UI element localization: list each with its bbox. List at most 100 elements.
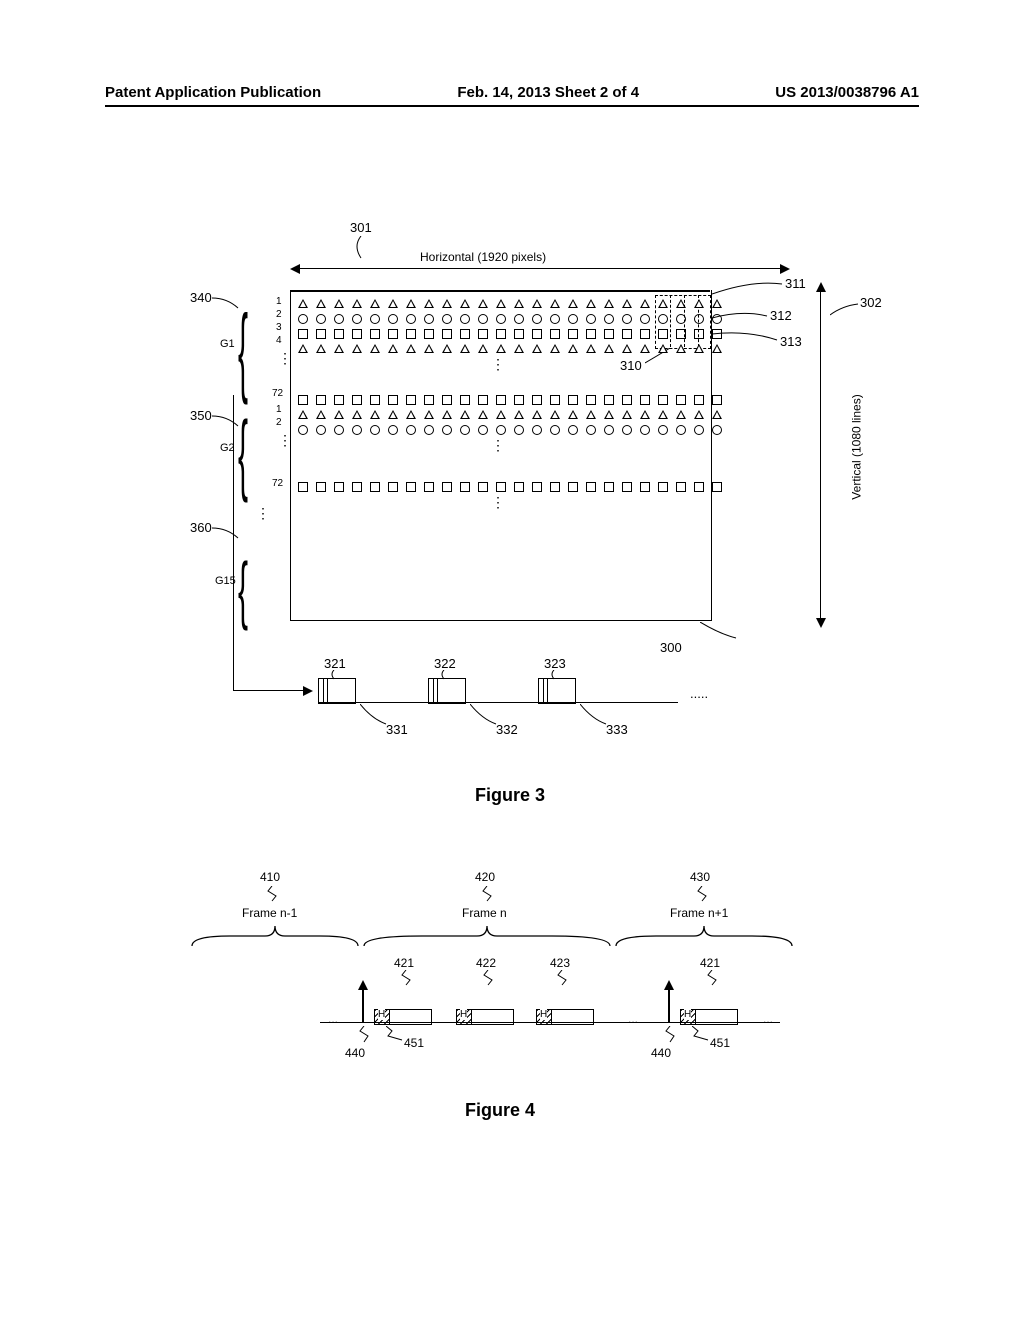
tri-marker (622, 410, 632, 419)
tri-marker (316, 344, 326, 353)
g1-vdots (278, 350, 292, 367)
tri-marker (550, 344, 560, 353)
tri-marker (298, 344, 308, 353)
ref-301: 301 (350, 220, 372, 235)
brace-g15: { (238, 550, 248, 635)
sync-arrow-1 (362, 988, 364, 1022)
pulse-423: H (536, 1009, 594, 1025)
frame-n-label: Frame n (462, 906, 507, 920)
cir-marker (298, 425, 308, 435)
sq-marker (316, 395, 326, 405)
ref-421b: 421 (700, 956, 720, 970)
sq-marker (676, 329, 686, 339)
sq-marker (352, 329, 362, 339)
marker-vdots (298, 437, 698, 455)
tri-marker (298, 410, 308, 419)
tri-marker (568, 410, 578, 419)
cir-marker (532, 425, 542, 435)
sq-marker (442, 395, 452, 405)
tri-marker (478, 410, 488, 419)
sq-marker (406, 482, 416, 492)
ref-323: 323 (544, 656, 566, 671)
tri-marker (640, 344, 650, 353)
tri-marker (658, 299, 668, 308)
ref-313: 313 (780, 334, 802, 349)
cir-marker (694, 314, 704, 324)
sq-marker (460, 395, 470, 405)
tri-marker (640, 410, 650, 419)
frame-nm1-label: Frame n-1 (242, 906, 297, 920)
tri-marker (568, 344, 578, 353)
tri-marker (586, 344, 596, 353)
sq-marker (640, 482, 650, 492)
sq-marker (316, 329, 326, 339)
tri-marker (604, 299, 614, 308)
g1-rownum-72: 72 (272, 388, 283, 399)
sq-marker (334, 329, 344, 339)
ref-420-zig (481, 886, 493, 907)
sq-marker (658, 482, 668, 492)
ref-410: 410 (260, 870, 280, 884)
sq-marker (352, 482, 362, 492)
sync-arrow-2 (668, 988, 670, 1022)
figure-4-caption: Figure 4 (200, 1100, 800, 1121)
pulse-H-3: H (540, 1009, 547, 1020)
pulse-422: H (456, 1009, 514, 1025)
timeline-hline (233, 690, 303, 691)
sq-marker (658, 395, 668, 405)
cir-marker (676, 314, 686, 324)
cir-marker (550, 314, 560, 324)
sq-marker (676, 395, 686, 405)
sq-marker (586, 329, 596, 339)
tri-marker (568, 299, 578, 308)
ref-451b-zig (692, 1026, 712, 1047)
tri-marker (712, 344, 722, 353)
sq-marker (514, 482, 524, 492)
cir-marker (514, 425, 524, 435)
brace-frame-np1 (614, 924, 794, 950)
sq-marker (388, 482, 398, 492)
brace-g1: { (238, 298, 248, 410)
tri-marker (604, 410, 614, 419)
sq-marker (442, 482, 452, 492)
pulse-321 (318, 678, 356, 704)
ref-440a: 440 (345, 1046, 365, 1060)
tri-marker (676, 410, 686, 419)
sq-marker (604, 482, 614, 492)
sq-marker (478, 395, 488, 405)
cir-marker (712, 314, 722, 324)
tri-marker (352, 299, 362, 308)
sq-marker (712, 482, 722, 492)
sq-marker (406, 395, 416, 405)
ref-421b-zig (706, 970, 718, 991)
sq-marker (334, 482, 344, 492)
g2-vdots (278, 432, 292, 449)
sq-marker (568, 395, 578, 405)
cir-marker (316, 425, 326, 435)
sq-marker (694, 482, 704, 492)
tri-marker (370, 299, 380, 308)
ref-350-lead (212, 414, 240, 428)
ref-422-zig (482, 970, 494, 991)
sq-marker (532, 329, 542, 339)
ref-321-lead (330, 670, 340, 680)
sq-marker (658, 329, 668, 339)
ref-423-zig (556, 970, 568, 991)
tri-marker (388, 344, 398, 353)
cir-marker (478, 425, 488, 435)
tri-marker (442, 410, 452, 419)
cir-marker (622, 314, 632, 324)
pulse-323 (538, 678, 576, 704)
ref-421a-zig (400, 970, 412, 991)
cir-marker (496, 425, 506, 435)
tri-marker (406, 344, 416, 353)
tri-marker (460, 299, 470, 308)
cir-marker (298, 314, 308, 324)
header-center: Feb. 14, 2013 Sheet 2 of 4 (457, 84, 639, 101)
tri-marker (496, 410, 506, 419)
h-axis-line (300, 268, 780, 269)
cir-marker (604, 314, 614, 324)
ref-430-zig (696, 886, 708, 907)
sq-marker (568, 482, 578, 492)
sq-marker (676, 482, 686, 492)
